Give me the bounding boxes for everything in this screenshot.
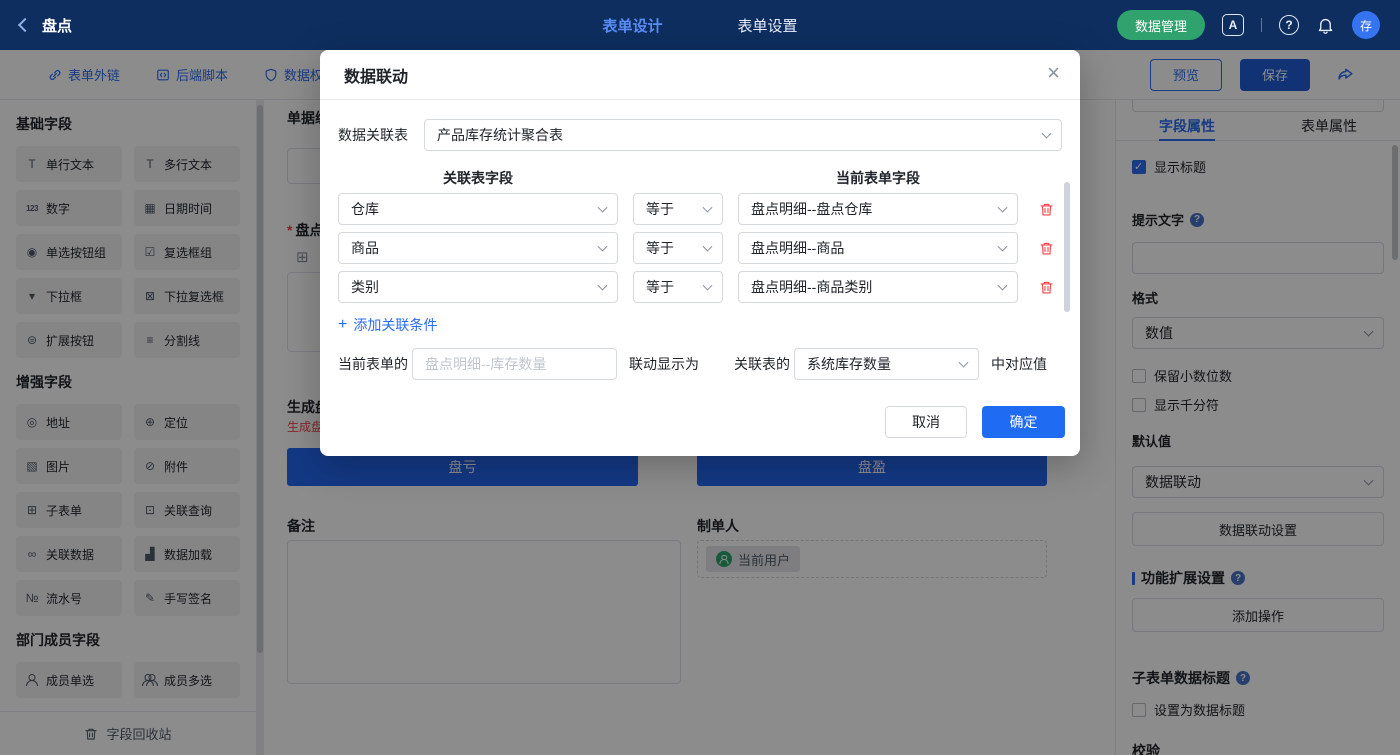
header-tabs: 表单设计 表单设置	[602, 15, 797, 36]
data-linkage-modal: 数据联动 × 数据关联表 产品库存统计聚合表 关联表字段 当前表单字段 仓库等于…	[320, 50, 1080, 456]
add-condition-link[interactable]: + 添加关联条件	[338, 315, 1062, 335]
current-form-field-select[interactable]: 盘点明细--商品类别	[738, 271, 1018, 303]
help-icon[interactable]: ?	[1279, 15, 1299, 35]
chevron-down-icon	[703, 203, 713, 213]
related-field-select[interactable]: 系统库存数量	[794, 348, 979, 380]
operator-select[interactable]: 等于	[633, 232, 723, 264]
trash-icon	[1039, 241, 1054, 256]
data-manage-button[interactable]: 数据管理	[1117, 10, 1205, 40]
select-value: 类别	[351, 277, 379, 297]
delete-condition-button[interactable]	[1035, 276, 1057, 298]
related-table-field-select[interactable]: 类别	[338, 271, 618, 303]
related-table-label: 关联表的	[734, 354, 790, 374]
select-value: 等于	[646, 277, 674, 297]
modal-body: 数据关联表 产品库存统计聚合表 关联表字段 当前表单字段 仓库等于盘点明细--盘…	[320, 119, 1080, 380]
delete-condition-button[interactable]	[1035, 237, 1057, 259]
header-actions: 数据管理 A ? 存	[1117, 10, 1380, 40]
chevron-down-icon	[998, 242, 1008, 252]
relation-table-label: 数据关联表	[338, 125, 408, 145]
chevron-down-icon	[598, 242, 608, 252]
divider	[1261, 18, 1262, 32]
corresponding-value-label: 中对应值	[991, 354, 1047, 374]
chevron-down-icon	[598, 281, 608, 291]
tab-form-design[interactable]: 表单设计	[602, 15, 662, 36]
trash-icon	[1039, 202, 1054, 217]
add-condition-label: 添加关联条件	[353, 315, 437, 335]
relation-table-select[interactable]: 产品库存统计聚合表	[424, 119, 1062, 151]
condition-row: 类别 等于 盘点明细--商品类别	[338, 271, 1062, 303]
related-table-field-select[interactable]: 商品	[338, 232, 618, 264]
chevron-down-icon	[998, 203, 1008, 213]
condition-rows: 仓库等于盘点明细--盘点仓库商品等于盘点明细--商品类别等于盘点明细--商品类别	[338, 193, 1062, 303]
relation-table-row: 数据关联表 产品库存统计聚合表	[338, 119, 1062, 151]
confirm-button[interactable]: 确定	[982, 406, 1065, 438]
select-value: 仓库	[351, 199, 379, 219]
select-value: 商品	[351, 238, 379, 258]
user-avatar[interactable]: 存	[1352, 11, 1380, 39]
delete-condition-button[interactable]	[1035, 198, 1057, 220]
app-header: 盘点 表单设计 表单设置 数据管理 A ? 存	[0, 0, 1400, 50]
current-form-field-select[interactable]: 盘点明细--盘点仓库	[738, 193, 1018, 225]
translate-icon[interactable]: A	[1222, 14, 1244, 36]
chevron-down-icon	[598, 203, 608, 213]
operator-select[interactable]: 等于	[633, 193, 723, 225]
operator-select[interactable]: 等于	[633, 271, 723, 303]
condition-row: 仓库 等于 盘点明细--盘点仓库	[338, 193, 1062, 225]
display-as-label: 联动显示为	[629, 354, 699, 374]
modal-title: 数据联动	[344, 63, 408, 87]
select-value: 等于	[646, 238, 674, 258]
chevron-down-icon	[1042, 129, 1052, 139]
chevron-down-icon	[998, 281, 1008, 291]
app-root: 盘点 表单设计 表单设置 数据管理 A ? 存 表单外链 后端脚本	[0, 0, 1400, 755]
select-value: 盘点明细--盘点仓库	[751, 199, 872, 219]
column-header-related-field: 关联表字段	[338, 168, 618, 188]
back-icon[interactable]	[18, 18, 32, 32]
select-value: 等于	[646, 199, 674, 219]
select-value: 盘点明细--商品类别	[751, 277, 872, 297]
tab-form-settings[interactable]: 表单设置	[738, 15, 798, 36]
current-form-label: 当前表单的	[338, 354, 408, 374]
current-form-field-select[interactable]: 盘点明细--商品	[738, 232, 1018, 264]
current-form-field-input[interactable]	[412, 348, 617, 380]
header-left: 盘点	[20, 15, 72, 36]
modal-header: 数据联动 ×	[320, 50, 1080, 100]
column-header-current-field: 当前表单字段	[738, 168, 1018, 188]
select-value: 盘点明细--商品	[751, 238, 844, 258]
chevron-down-icon	[703, 242, 713, 252]
cancel-button[interactable]: 取消	[885, 406, 967, 438]
condition-column-headers: 关联表字段 当前表单字段	[338, 168, 1062, 186]
page-title: 盘点	[42, 15, 72, 36]
chevron-down-icon	[703, 281, 713, 291]
chevron-down-icon	[959, 358, 969, 368]
related-table-field-select[interactable]: 仓库	[338, 193, 618, 225]
modal-footer: 取消 确定	[885, 406, 1065, 438]
close-icon[interactable]: ×	[1047, 62, 1060, 84]
select-value: 系统库存数量	[807, 354, 891, 374]
modal-scrollbar[interactable]	[1064, 182, 1070, 312]
notification-bell-icon[interactable]	[1316, 16, 1335, 35]
linkage-config-row: 当前表单的 联动显示为 关联表的 系统库存数量 中对应值	[338, 348, 1062, 380]
plus-icon: +	[338, 316, 347, 334]
trash-icon	[1039, 280, 1054, 295]
select-value: 产品库存统计聚合表	[437, 125, 563, 145]
condition-row: 商品 等于 盘点明细--商品	[338, 232, 1062, 264]
